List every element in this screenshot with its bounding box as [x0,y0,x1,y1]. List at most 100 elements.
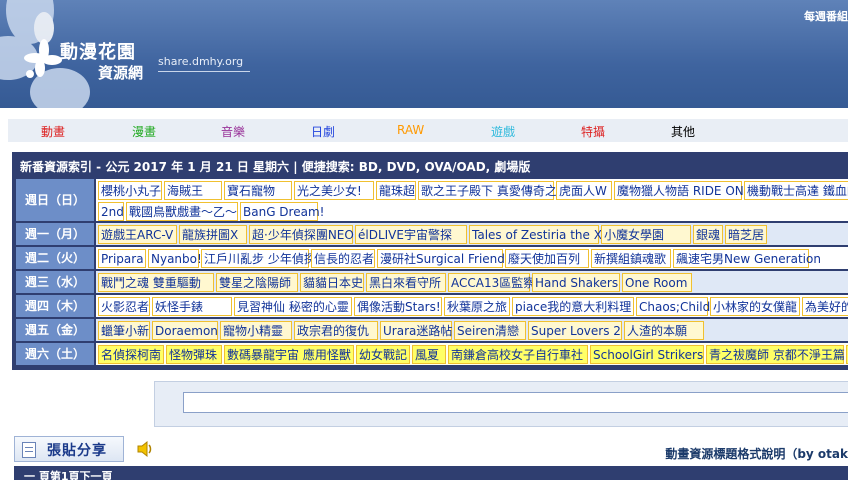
anime-title-link[interactable]: 寶石寵物 [224,181,292,200]
anime-title-link[interactable]: 廢天使加百列 [505,249,589,268]
anime-title-link[interactable]: 幼女戰記 [356,345,410,364]
anime-title-link[interactable]: 數碼暴龍宇宙 應用怪獸 [224,345,354,364]
pagination-text: 一 頁第1頁下一頁 [24,470,113,483]
nav-anime[interactable]: 動畫 [41,123,65,140]
schedule-panel: 新番資源索引 - 公元 2017 年 1 月 21 日 星期六 | 便捷搜索: … [12,152,848,370]
anime-title-link[interactable]: One Room [622,273,692,292]
schedule-items: 戰鬥之魂 雙重驅動 雙星之陰陽師 貓貓日本史 黑白來看守所 ACCA13區監察課 Hand… [96,271,848,293]
anime-title-link[interactable]: 雙星之陰陽師 [216,273,298,292]
anime-title-link[interactable]: 偶像活動Stars! [354,297,442,316]
anime-title-link[interactable]: Hand Shakers [532,273,620,292]
anime-title-link[interactable]: 暗芝居 [725,225,767,244]
anime-title-link[interactable]: 風夏 [412,345,446,364]
anime-title-link[interactable]: 機動戰士高達 鐵血的孤兒 [744,181,848,200]
schedule-items: 火影忍者 妖怪手錶 見習神仙 秘密的心靈 偶像活動Stars! 秋葉原之旅 piace我的… [96,295,848,317]
anime-title-link[interactable]: 政宗君的復仇 [294,321,378,340]
anime-title-link[interactable]: 歌之王子殿下 真愛傳奇之星 [418,181,569,200]
anime-title-link[interactable]: 南鎌倉高校女子自行車社 [448,345,588,364]
anime-title-link[interactable]: 黑白來看守所 [366,273,446,292]
anime-title-link[interactable]: 為美好的世界獻上祝福 [802,297,848,316]
anime-title-link[interactable]: 龍珠超 [376,181,416,200]
anime-title-link[interactable]: Pripara [98,249,146,268]
anime-title-link[interactable]: 寵物小精靈 [220,321,292,340]
anime-title-link[interactable]: SchoolGirl Strikers [590,345,704,364]
anime-title-link[interactable]: 秋葉原之旅 [444,297,510,316]
anime-title-link[interactable]: 蠟筆小新 [98,321,150,340]
anime-title-link[interactable]: 魔物獵人物語 RIDE ON [614,181,744,200]
post-share-button[interactable]: 張貼分享 [14,436,124,462]
anime-title-link[interactable]: 火影忍者 [98,297,150,316]
anime-title-link[interactable]: 人渣的本願 [624,321,704,340]
anime-title-link[interactable]: 貓貓日本史 [300,273,364,292]
logo-subtitle: 資源網 [98,64,144,82]
anime-title-link[interactable]: 漫研社Surgical Friends [377,249,511,268]
anime-title-link[interactable]: 飆速宅男New Generation [673,249,821,268]
anime-title-link[interactable]: 2nd [98,202,124,221]
anime-title-link[interactable]: piace我的意大利料理 [512,297,634,316]
anime-title-link[interactable]: Doraemon [152,321,218,340]
schedule-items: 名偵探柯南 怪物彈珠 數碼暴龍宇宙 應用怪獸 幼女戰記 風夏 南鎌倉高校女子自行車社 Sch… [96,343,848,365]
anime-title-link[interactable]: 銀魂 [693,225,723,244]
anime-title-link[interactable]: Chaos;Child [636,297,710,316]
anime-title-link[interactable]: Urara迷路帖 [380,321,452,340]
logo-title[interactable]: 動漫花園 [60,38,136,64]
anime-title-link[interactable]: 虎面人W [556,181,612,200]
document-icon [22,442,36,458]
anime-title-link[interactable]: Seiren清戀 [454,321,526,340]
anime-title-link[interactable]: 新撰組鎮魂歌 [591,249,671,268]
schedule-row: 週五（金） 蠟筆小新 Doraemon 寵物小精靈 政宗君的復仇 Urara迷路帖 Seir… [16,319,848,341]
anime-title-link[interactable]: 青之祓魔師 京都不淨王篇 [706,345,845,364]
schedule-items: 蠟筆小新 Doraemon 寵物小精靈 政宗君的復仇 Urara迷路帖 Seiren清戀 S… [96,319,848,341]
anime-title-link[interactable]: Tales of Zestiria the X [469,225,602,244]
anime-title-link[interactable]: Nyanbo! [148,249,202,268]
anime-title-link[interactable]: 小林家的女僕龍 [710,297,800,316]
category-nav: 動畫 漫畫 音樂 日劇 RAW 遊戲 特攝 其他 [8,119,848,142]
title-format-help-link[interactable]: 動畫資源標題格式說明（by otak [665,445,848,462]
anime-title-link[interactable]: 江戶川亂步 少年偵探團 [201,249,328,268]
nav-music[interactable]: 音樂 [221,123,245,140]
anime-title-link[interactable]: 龍族拼圖X [179,225,247,244]
post-share-label: 張貼分享 [47,443,107,459]
nav-other[interactable]: 其他 [671,123,695,140]
logo-divider [158,71,250,72]
anime-title-link[interactable]: 櫻桃小丸子 [98,181,162,200]
schedule-row: 週三（水） 戰鬥之魂 雙重驅動 雙星之陰陽師 貓貓日本史 黑白來看守所 ACCA13區監察… [16,271,848,293]
anime-title-link[interactable]: 遊戲王ARC-V [98,225,177,244]
schedule-row: 週日（日） 櫻桃小丸子 海賊王 寶石寵物 光之美少女! 龍珠超 歌之王子殿下 真愛傳奇之星虎… [16,179,848,221]
anime-title-link[interactable]: 戰鬥之魂 雙重驅動 [98,273,214,292]
pagination-bar: 一 頁第1頁下一頁 [14,466,848,483]
search-input[interactable] [183,392,848,413]
anime-title-link[interactable]: 戰國鳥獸戲畫～乙～ [126,202,238,221]
nav-manga[interactable]: 漫畫 [132,123,156,140]
schedule-day-label: 週日（日） [16,179,94,221]
schedule-day-label: 週五（金） [16,319,94,341]
schedule-day-label: 週四（木） [16,295,94,317]
schedule-day-label: 週六（土） [16,343,94,365]
logo-url: share.dmhy.org [158,55,244,68]
anime-title-link[interactable]: 小魔女學園 [601,225,691,244]
anime-title-link[interactable]: ACCA13區監察課 [448,273,547,292]
schedule-row: 週二（火） Pripara Nyanbo! 江戶川亂步 少年偵探團 信長的忍者 漫研社Su… [16,247,848,269]
schedule-day-label: 週一（月） [16,223,94,245]
nav-raw[interactable]: RAW [397,123,424,137]
schedule-day-label: 週二（火） [16,247,94,269]
anime-title-link[interactable]: BanG Dream! [240,202,324,221]
anime-title-link[interactable]: 光之美少女! [294,181,374,200]
schedule-row: 週六（土） 名偵探柯南 怪物彈珠 數碼暴龍宇宙 應用怪獸 幼女戰記 風夏 南鎌倉高校女子自行… [16,343,848,365]
anime-title-link[interactable]: élDLIVE宇宙警探 [355,225,467,244]
anime-title-link[interactable]: 怪物彈珠 [166,345,222,364]
anime-title-link[interactable]: 超·少年偵探團NEO [249,225,354,244]
speaker-icon[interactable] [136,440,154,458]
schedule-day-label: 週三（水） [16,271,94,293]
anime-title-link[interactable]: 見習神仙 秘密的心靈 [234,297,352,316]
anime-title-link[interactable]: 妖怪手錶 [152,297,232,316]
anime-title-link[interactable]: 海賊王 [164,181,222,200]
nav-game[interactable]: 遊戲 [491,123,515,140]
schedule-row: 週一（月） 遊戲王ARC-V 龍族拼圖X 超·少年偵探團NEO élDLIVE宇宙警探 T… [16,223,848,245]
anime-title-link[interactable]: 信長的忍者 [311,249,375,268]
anime-title-link[interactable]: Super Lovers 2 [528,321,622,340]
nav-tokusatsu[interactable]: 特攝 [581,123,605,140]
anime-title-link[interactable]: 名偵探柯南 [98,345,164,364]
weekly-schedule-link[interactable]: 每週番組 [804,8,848,24]
nav-drama[interactable]: 日劇 [311,123,335,140]
